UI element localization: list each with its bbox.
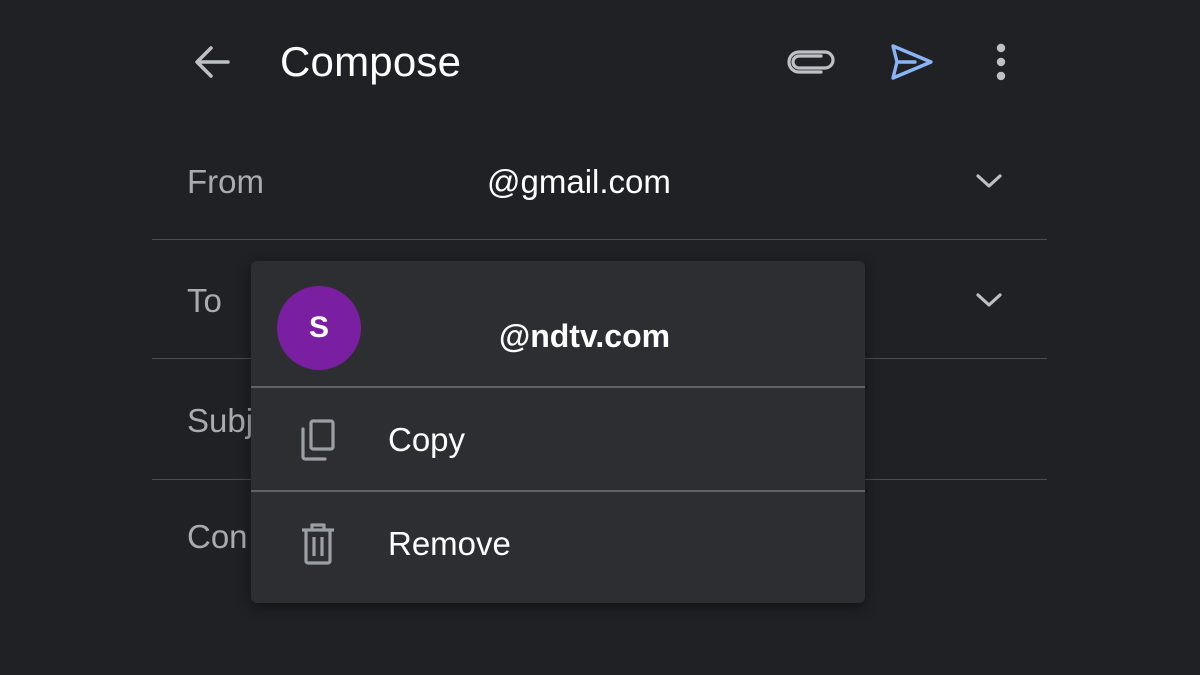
attach-button[interactable] (782, 36, 840, 88)
recipient-email: @ndtv.com (499, 318, 671, 354)
trash-icon (295, 521, 341, 567)
send-icon (891, 44, 933, 80)
avatar: S (277, 286, 361, 370)
chevron-down-icon (976, 174, 1002, 188)
subject-field[interactable]: Subj (187, 401, 253, 441)
from-label: From (187, 163, 264, 200)
recipient-header: S @ndtv.com (251, 261, 865, 387)
more-options-button[interactable] (978, 36, 1024, 88)
to-label: To (187, 282, 222, 319)
compose-screen: Compose From @gmail.com To Subj Con S @n… (0, 0, 1200, 675)
divider (152, 239, 1047, 240)
page-title: Compose (280, 38, 462, 85)
remove-label: Remove (388, 525, 511, 562)
from-account-field[interactable]: @gmail.com (487, 162, 671, 202)
more-vert-icon (996, 43, 1006, 81)
paperclip-icon (787, 50, 835, 74)
copy-menu-item[interactable]: Copy (251, 389, 865, 491)
recipient-popup-menu: S @ndtv.com Copy Remove (251, 261, 865, 603)
send-button[interactable] (884, 36, 940, 88)
to-expand-button[interactable] (966, 277, 1012, 323)
copy-label: Copy (388, 421, 466, 458)
compose-body-field[interactable]: Con (187, 517, 248, 557)
copy-icon (295, 417, 341, 463)
chevron-down-icon (976, 293, 1002, 307)
arrow-back-icon (195, 46, 230, 78)
divider (251, 386, 865, 388)
remove-menu-item[interactable]: Remove (251, 493, 865, 595)
from-dropdown-button[interactable] (966, 158, 1012, 204)
divider (251, 490, 865, 492)
back-button[interactable] (186, 36, 238, 88)
